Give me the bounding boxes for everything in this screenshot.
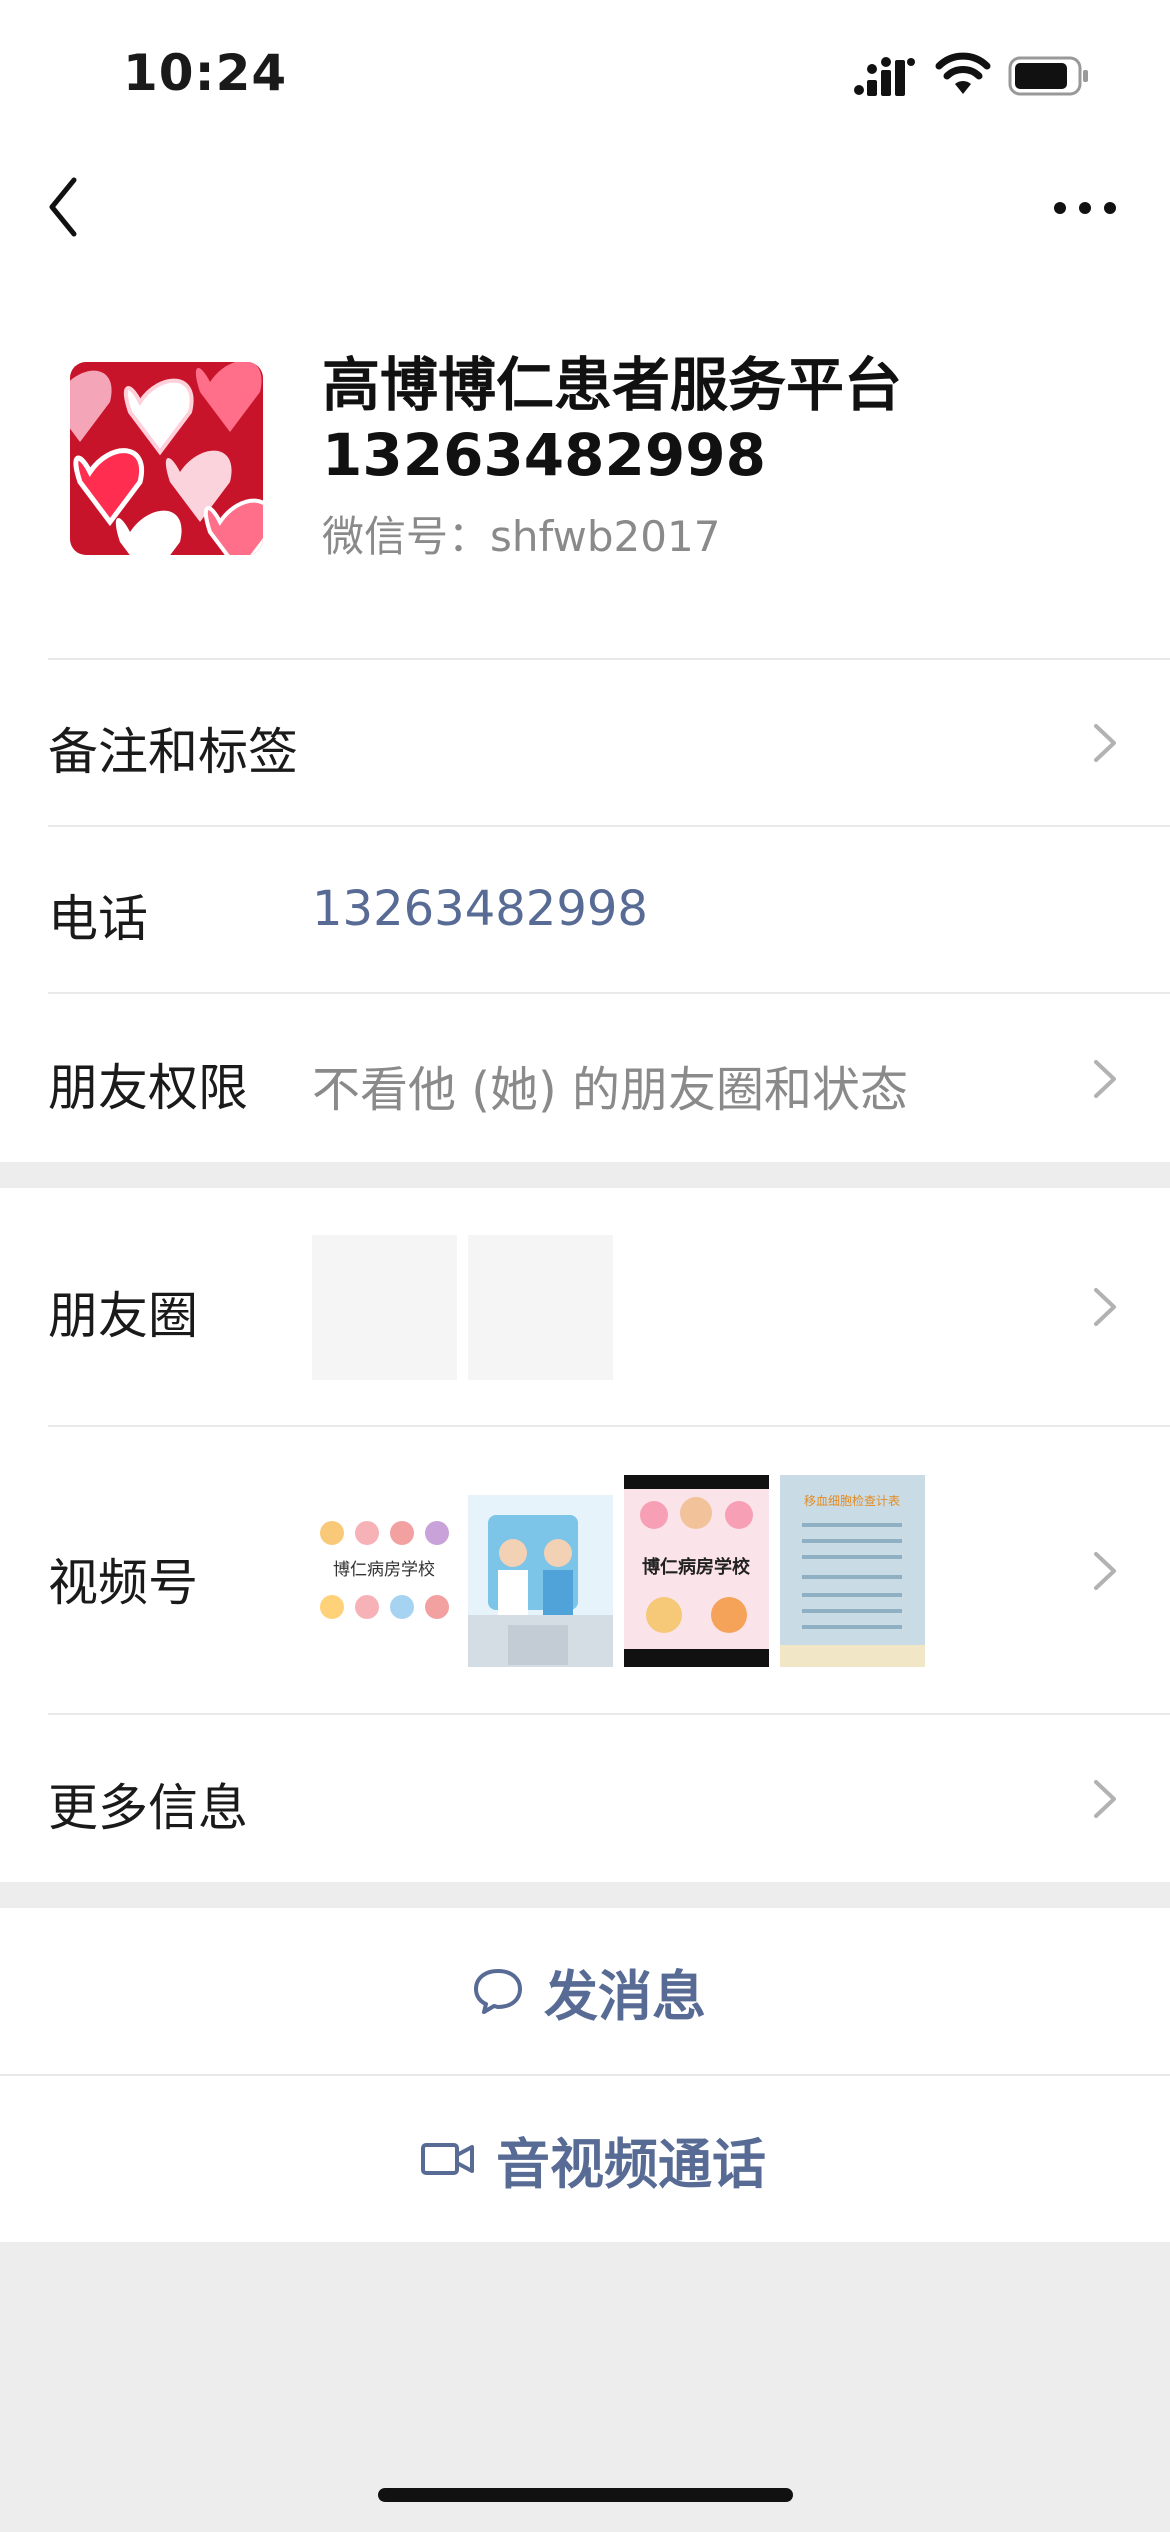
friend-permission-value: 不看他 (她) 的朋友圈和状态 — [312, 1062, 908, 1118]
channels-label: 视频号 — [48, 1554, 198, 1612]
channel-video-thumbnail[interactable]: 博仁病房学校 — [312, 1475, 457, 1667]
thumbnail-caption: 移血细胞检查计表 — [804, 1493, 900, 1508]
chevron-right-icon — [1094, 1060, 1116, 1098]
contact-name: 高博博仁患者服务平台13263482998 — [322, 351, 903, 489]
channel-video-thumbnail[interactable]: 移血细胞检查计表 — [780, 1475, 925, 1667]
send-message-content: 发消息 — [472, 1908, 706, 2074]
remark-and-tags-label: 备注和标签 — [48, 723, 298, 781]
back-arrow-icon[interactable] — [44, 172, 104, 242]
channels-row[interactable]: 视频号 博仁病房学校 博仁病房学校 移血细胞检查计表 — [0, 1427, 1170, 1715]
wechat-id: 微信号：shfwb2017 — [322, 512, 721, 561]
more-info-row[interactable]: 更多信息 — [0, 1716, 1170, 1882]
send-message-label: 发消息 — [544, 1964, 706, 2028]
moments-thumbnail — [468, 1235, 613, 1380]
divider — [48, 1713, 1170, 1715]
thumbnail-caption: 博仁病房学校 — [333, 1560, 435, 1580]
thumbnail-caption: 博仁病房学校 — [642, 1556, 751, 1578]
chat-bubble-icon — [474, 1969, 522, 2014]
more-info-label: 更多信息 — [48, 1779, 248, 1837]
video-call-content: 音视频通话 — [420, 2076, 766, 2242]
send-message-button[interactable]: 发消息 — [0, 1908, 1170, 2074]
channel-video-thumbnail[interactable] — [468, 1475, 613, 1667]
channel-video-thumbnail[interactable]: 博仁病房学校 — [624, 1475, 769, 1667]
friend-permission-label: 朋友权限 — [48, 1059, 248, 1117]
cellular-signal-icon — [854, 57, 915, 96]
phone-row[interactable]: 电话 13263482998 — [0, 827, 1170, 994]
friend-permission-row[interactable]: 朋友权限 不看他 (她) 的朋友圈和状态 — [0, 994, 1170, 1162]
chevron-right-icon — [1094, 724, 1116, 762]
video-camera-icon — [421, 2143, 474, 2175]
more-options-icon[interactable] — [1050, 188, 1120, 228]
wifi-icon — [935, 52, 991, 94]
phone-number[interactable]: 13263482998 — [312, 881, 648, 937]
contact-info-section: 备注和标签 电话 13263482998 朋友权限 不看他 (她) 的朋友圈和状… — [0, 660, 1170, 1162]
phone-label: 电话 — [48, 890, 148, 948]
avatar[interactable] — [70, 362, 263, 555]
status-time: 10:24 — [123, 44, 288, 102]
chevron-right-icon — [1094, 1780, 1116, 1818]
school-cartoon-image: 博仁病房学校 — [624, 1475, 769, 1667]
blood-chart-image: 移血细胞检查计表 — [780, 1475, 925, 1667]
remark-and-tags-row[interactable]: 备注和标签 — [0, 660, 1170, 827]
chevron-right-icon — [1094, 1288, 1116, 1326]
video-call-button[interactable]: 音视频通话 — [0, 2076, 1170, 2242]
chevron-right-icon — [1094, 1552, 1116, 1590]
social-section: 朋友圈 视频号 博仁病房学校 博仁病房学校 移血细胞检查计表 更多信息 — [0, 1188, 1170, 1882]
home-indicator[interactable] — [378, 2488, 793, 2502]
moments-thumbnail — [312, 1235, 457, 1380]
navigation-bar — [0, 150, 1170, 270]
battery-icon — [1008, 56, 1088, 96]
moments-row[interactable]: 朋友圈 — [0, 1188, 1170, 1427]
cartoon-kids-image: 博仁病房学校 — [320, 1521, 449, 1619]
hearts-avatar-image — [70, 362, 263, 555]
doctors-illustration-image — [468, 1475, 613, 1667]
contact-profile-screen: 10:24 高博博仁患者服务平台13263482998 微信号：shfwb201… — [0, 0, 1170, 2532]
profile-header: 高博博仁患者服务平台13263482998 微信号：shfwb2017 — [0, 270, 1170, 660]
video-call-label: 音视频通话 — [496, 2132, 766, 2196]
status-bar: 10:24 — [0, 0, 1170, 150]
moments-label: 朋友圈 — [48, 1287, 198, 1345]
